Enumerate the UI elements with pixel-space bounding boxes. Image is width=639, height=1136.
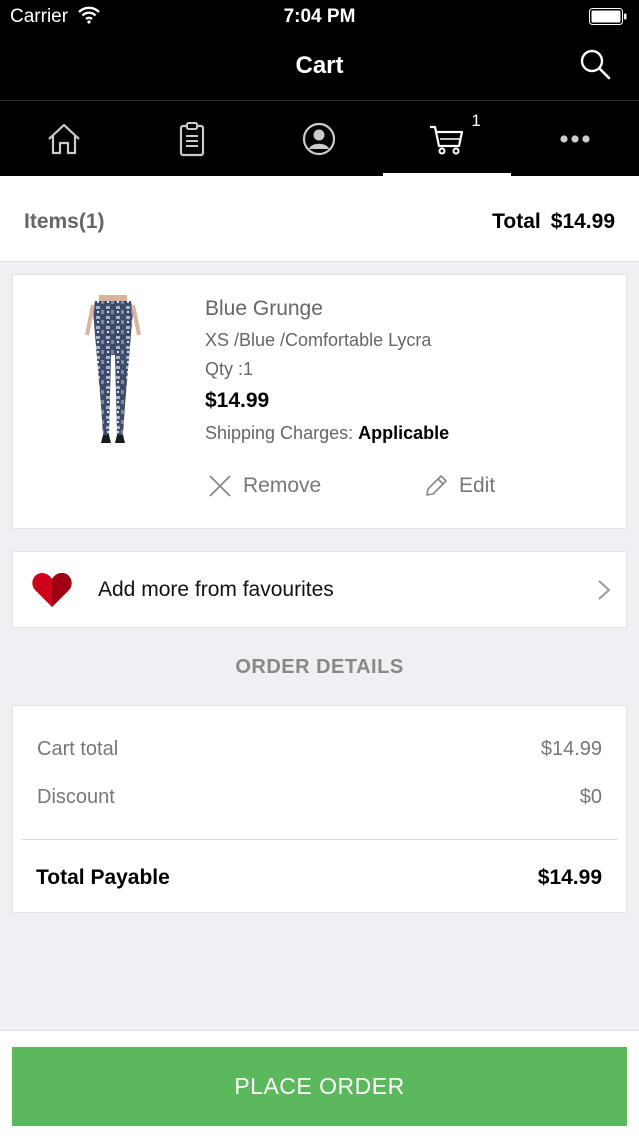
cart-summary: Items(1) Total $14.99 [0, 176, 639, 262]
payable-value: $14.99 [537, 866, 602, 889]
status-bar: Carrier 7:04 PM [0, 0, 639, 34]
remove-label: Remove [243, 474, 322, 497]
battery-icon [589, 8, 627, 25]
tab-cart[interactable]: 1 [383, 101, 511, 177]
chevron-right-icon [598, 580, 611, 600]
tab-bar: 1 [0, 100, 639, 177]
cart-total-row: Cart total $14.99 [37, 738, 602, 761]
place-order-button[interactable]: PLACE ORDER [12, 1047, 627, 1126]
product-qty: Qty :1 [205, 359, 254, 379]
total-label: Total [492, 210, 541, 233]
cart-icon [430, 125, 464, 155]
order-details: Cart total $14.99 Discount $0 Total Paya… [12, 705, 627, 913]
cart-item: Blue Grunge XS /Blue /Comfortable Lycra … [12, 274, 627, 529]
favourites-row[interactable]: Add more from favourites [12, 551, 627, 628]
favourites-label: Add more from favourites [98, 578, 334, 601]
tab-home[interactable] [0, 101, 128, 177]
cart-badge: 1 [471, 111, 481, 130]
items-label: Items [24, 210, 79, 233]
remove-button[interactable]: Remove [207, 471, 321, 501]
total-value: $14.99 [550, 210, 615, 233]
divider [21, 839, 618, 840]
clipboard-icon [179, 122, 204, 157]
payable-label: Total Payable [36, 866, 170, 889]
order-details-title: ORDER DETAILS [235, 656, 404, 678]
tab-orders[interactable] [128, 101, 256, 177]
shipping-value: Applicable [358, 423, 450, 443]
items-count: Items(1) [24, 210, 105, 234]
shipping-info: Shipping Charges: Applicable [205, 423, 449, 444]
edit-label: Edit [459, 474, 496, 497]
items-number: (1) [78, 210, 105, 233]
cart-total-label: Cart total [37, 738, 119, 760]
bottom-bar: PLACE ORDER [0, 1030, 639, 1136]
more-icon [560, 135, 590, 143]
tab-account[interactable] [256, 101, 384, 177]
top-bar: Carrier 7:04 PM Cart [0, 0, 639, 100]
discount-value: $0 [579, 786, 602, 808]
shipping-label: Shipping Charges: [205, 423, 354, 443]
cart-total-value: $14.99 [540, 738, 602, 760]
pencil-icon [426, 475, 447, 496]
total-payable-row: Total Payable $14.99 [36, 866, 602, 890]
home-icon [48, 123, 80, 155]
edit-button[interactable]: Edit [423, 471, 495, 501]
account-icon [303, 122, 336, 156]
page-title: Cart [295, 52, 344, 79]
close-icon [209, 475, 231, 497]
discount-row: Discount $0 [37, 786, 602, 809]
cart-total: Total $14.99 [492, 210, 615, 234]
tab-more[interactable] [511, 101, 639, 177]
product-image[interactable] [65, 295, 161, 445]
product-price: $14.99 [205, 389, 270, 412]
search-icon[interactable] [579, 48, 611, 80]
discount-label: Discount [37, 786, 115, 808]
product-variant: XS /Blue /Comfortable Lycra [205, 330, 432, 350]
clock: 7:04 PM [283, 6, 356, 27]
product-name[interactable]: Blue Grunge [205, 297, 323, 321]
heart-icon [32, 573, 72, 607]
